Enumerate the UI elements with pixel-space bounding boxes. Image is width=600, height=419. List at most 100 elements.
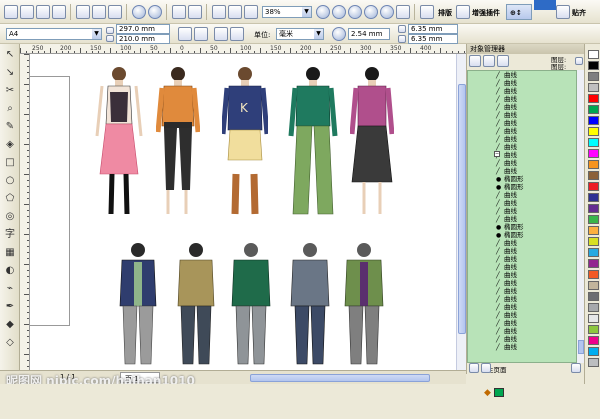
shape-tool-icon[interactable]: ↘ [3,66,17,80]
list-item[interactable]: ╱曲线 [496,135,517,143]
palette-swatch[interactable] [588,336,599,345]
fill-tool-icon[interactable]: ◆ [3,318,17,332]
palette-swatch[interactable] [588,237,599,246]
save-icon[interactable] [36,5,50,19]
palette-swatch[interactable] [588,182,599,191]
palette-swatch[interactable] [588,270,599,279]
zoom-out-icon[interactable] [332,5,346,19]
redo-icon[interactable] [148,5,162,19]
fashion-figure-woman-orange-top[interactable] [156,64,200,224]
list-item[interactable]: ╱曲线 [496,271,517,279]
zoom-all-icon[interactable] [364,5,378,19]
palette-swatch[interactable] [588,303,599,312]
horizontal-scroll-thumb[interactable] [250,374,430,382]
list-item[interactable]: ╱曲线 [496,335,517,343]
import-icon[interactable] [172,5,186,19]
list-item[interactable]: ╱曲线 [496,327,517,335]
cut-icon[interactable] [76,5,90,19]
list-item[interactable]: ╱曲线 [496,95,517,103]
list-item[interactable]: ╱曲线 [496,215,517,223]
duplicate-y-field[interactable]: 6.35 mm [408,34,458,44]
palette-swatch[interactable] [588,226,599,235]
welcome-screen-icon[interactable] [228,5,242,19]
fashion-figure-man-khaki-jacket[interactable] [174,242,218,370]
palette-swatch[interactable] [588,94,599,103]
vertical-scroll-thumb[interactable] [458,84,466,334]
palette-swatch[interactable] [588,138,599,147]
snap-menu[interactable]: 贴齐 [572,8,586,18]
zoom-level-select[interactable]: 38% ▼ [262,6,312,18]
fashion-figure-woman-blue-sweater[interactable]: K [222,64,268,224]
zoom-width-icon[interactable] [396,5,410,19]
list-item[interactable]: ╱曲线 [496,119,517,127]
list-item[interactable]: ╱曲线 [496,279,517,287]
palette-swatch[interactable] [588,127,599,136]
list-item[interactable]: ╱曲线 [496,343,517,351]
interactive-fill-icon[interactable]: ◇ [3,336,17,350]
duplicate-x-field[interactable]: 6.35 mm [408,24,458,34]
all-pages-icon[interactable] [214,27,228,41]
canvas-vertical-scrollbar[interactable] [456,54,466,370]
list-item[interactable]: ╱曲线 [496,167,517,175]
copy-icon[interactable] [92,5,106,19]
list-item[interactable]: ╱曲线 [496,303,517,311]
edit-across-layers-icon[interactable] [483,55,495,67]
palette-swatch[interactable] [588,325,599,334]
export-icon[interactable] [188,5,202,19]
docker-menu-arrow-icon[interactable] [575,57,583,65]
palette-swatch[interactable] [588,171,599,180]
palette-swatch[interactable] [588,105,599,114]
list-item[interactable]: ╱曲线 [496,295,517,303]
palette-swatch[interactable] [588,281,599,290]
list-item[interactable]: ╱曲线 [496,199,517,207]
palette-swatch[interactable] [588,358,599,367]
palette-swatch[interactable] [588,160,599,169]
list-item[interactable]: ╱曲线 [496,159,517,167]
list-item[interactable]: ╱曲线 [496,71,517,79]
fashion-figure-man-olive-jacket[interactable] [342,242,386,370]
fashion-figure-woman-pink-skirt[interactable] [94,64,144,224]
show-properties-icon[interactable] [469,55,481,67]
fashion-figure-man-green-jacket[interactable] [228,242,274,370]
palette-swatch[interactable] [588,204,599,213]
table-tool-icon[interactable]: ▦ [3,246,17,260]
freehand-tool-icon[interactable]: ✎ [3,120,17,134]
fashion-figure-woman-purple-top[interactable] [350,64,394,224]
palette-swatch[interactable] [588,50,599,59]
palette-swatch[interactable] [588,149,599,158]
snap-icon[interactable] [556,5,570,19]
outline-pen-icon[interactable]: ✒ [3,300,17,314]
list-item[interactable]: ╱曲线 [496,239,517,247]
open-file-icon[interactable] [20,5,34,19]
new-layer-icon[interactable] [469,363,479,373]
application-launcher-icon[interactable] [212,5,226,19]
text-tool-icon[interactable]: 字 [3,228,17,242]
pick-tool-icon[interactable]: ↖ [3,48,17,62]
units-select[interactable]: 毫米 ▼ [276,28,324,40]
list-item[interactable]: ╱曲线 [496,111,517,119]
spiral-tool-icon[interactable]: ◎ [3,210,17,224]
drawing-canvas[interactable]: K [30,54,456,370]
smart-fill-icon[interactable]: ◈ [3,138,17,152]
list-item[interactable]: ● 椭圆形 [496,183,524,191]
palette-swatch[interactable] [588,83,599,92]
page-width-field[interactable]: 297.0 mm [116,24,170,34]
polygon-tool-icon[interactable]: ⬠ [3,192,17,206]
undo-icon[interactable] [132,5,146,19]
list-item[interactable]: ╱曲线 [496,247,517,255]
list-item[interactable]: ╱曲线 [496,87,517,95]
list-item[interactable]: ╱曲线 [496,263,517,271]
palette-swatch[interactable] [588,248,599,257]
horizontal-ruler[interactable]: 250 200 150 100 50 0 50 100 150 200 250 … [20,44,466,54]
crop-tool-icon[interactable]: ✂ [3,84,17,98]
list-item[interactable]: ● 椭圆形 [496,223,524,231]
palette-swatch[interactable] [588,61,599,70]
blend-tool-icon[interactable]: ◐ [3,264,17,278]
new-file-icon[interactable] [4,5,18,19]
layout-menu[interactable]: 排版 [438,8,452,18]
list-item[interactable]: ╱曲线 [496,103,517,111]
list-item[interactable]: ╱曲线 [496,255,517,263]
list-item[interactable]: ╱曲线 [496,79,517,87]
new-master-layer-icon[interactable] [481,363,491,373]
ellipse-tool-icon[interactable]: ○ [3,174,17,188]
